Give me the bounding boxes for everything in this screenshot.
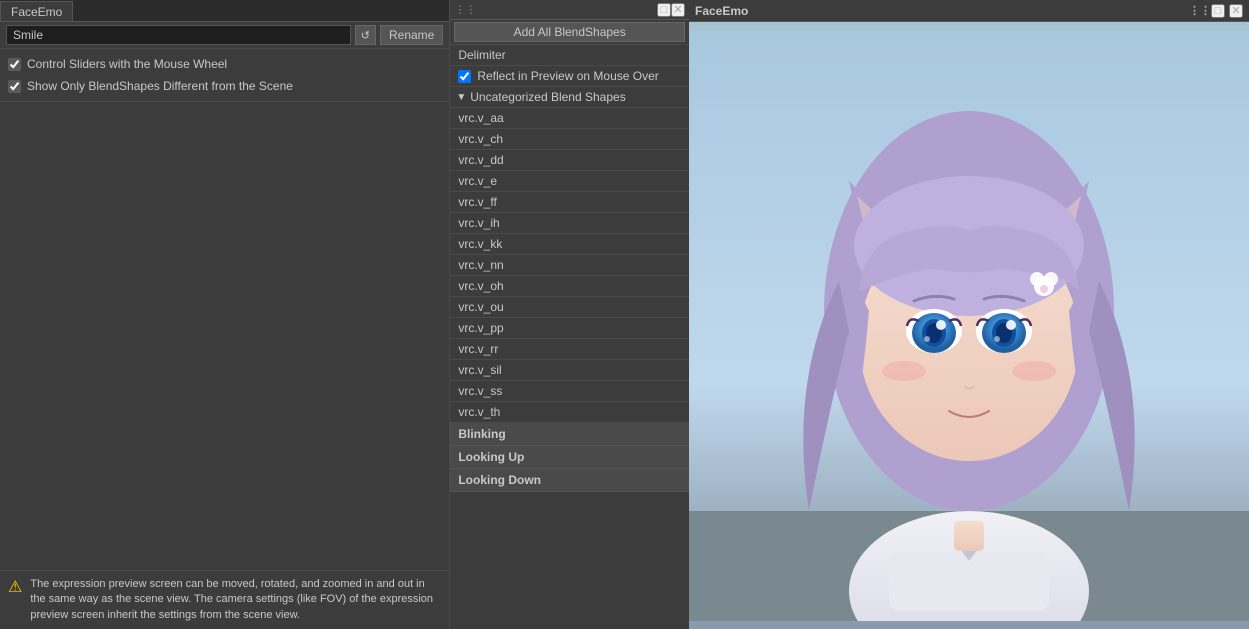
add-all-toolbar: Add All BlendShapes xyxy=(450,20,689,45)
blend-item-vrc-v-sil[interactable]: vrc.v_sil xyxy=(450,360,689,381)
blend-item-vrc-v-ch[interactable]: vrc.v_ch xyxy=(450,129,689,150)
blend-item-looking-down[interactable]: Looking Down xyxy=(450,469,689,492)
info-box: ⚠ The expression preview screen can be m… xyxy=(0,570,449,629)
blend-item-vrc-v-nn[interactable]: vrc.v_nn xyxy=(450,255,689,276)
control-sliders-label: Control Sliders with the Mouse Wheel xyxy=(27,57,227,71)
blend-items-list: vrc.v_aa vrc.v_ch vrc.v_dd vrc.v_e vrc.v… xyxy=(450,108,689,629)
blend-item-vrc-v-dd[interactable]: vrc.v_dd xyxy=(450,150,689,171)
tab-label: FaceEmo xyxy=(11,5,62,19)
blend-item-vrc-v-ss[interactable]: vrc.v_ss xyxy=(450,381,689,402)
blend-item-vrc-v-ih[interactable]: vrc.v_ih xyxy=(450,213,689,234)
refresh-icon[interactable]: ↺ xyxy=(355,25,376,45)
search-input[interactable] xyxy=(6,25,351,45)
rename-button[interactable]: Rename xyxy=(380,25,443,45)
add-all-button[interactable]: Add All BlendShapes xyxy=(454,22,685,42)
character-preview xyxy=(689,31,1249,621)
preview-window-controls: ⋮⋮ □ ✕ xyxy=(1193,4,1243,18)
expressions-area xyxy=(0,102,449,570)
blend-item-vrc-v-e[interactable]: vrc.v_e xyxy=(450,171,689,192)
options-section: Control Sliders with the Mouse Wheel Sho… xyxy=(0,49,449,102)
preview-drag-icon: ⋮⋮ xyxy=(1193,4,1207,18)
control-sliders-row[interactable]: Control Sliders with the Mouse Wheel xyxy=(0,53,449,75)
mid-minimize-button[interactable]: □ xyxy=(657,3,671,17)
delimiter-label: Delimiter xyxy=(458,48,505,62)
blend-item-vrc-v-ff[interactable]: vrc.v_ff xyxy=(450,192,689,213)
show-only-diff-label: Show Only BlendShapes Different from the… xyxy=(27,79,293,93)
preview-title: FaceEmo xyxy=(695,4,748,18)
delimiter-row: Delimiter xyxy=(450,45,689,66)
section-label: Uncategorized Blend Shapes xyxy=(470,90,625,104)
blend-item-vrc-v-rr[interactable]: vrc.v_rr xyxy=(450,339,689,360)
info-icon: ⚠ xyxy=(8,577,22,599)
face-emo-tab[interactable]: FaceEmo xyxy=(0,1,73,21)
preview-viewport[interactable] xyxy=(689,22,1249,629)
blend-item-vrc-v-kk[interactable]: vrc.v_kk xyxy=(450,234,689,255)
search-toolbar: ↺ Rename xyxy=(0,22,449,49)
blend-item-vrc-v-ou[interactable]: vrc.v_ou xyxy=(450,297,689,318)
uncategorized-section-header[interactable]: ▼ Uncategorized Blend Shapes xyxy=(450,87,689,108)
blend-item-vrc-v-pp[interactable]: vrc.v_pp xyxy=(450,318,689,339)
blend-item-looking-up[interactable]: Looking Up xyxy=(450,446,689,469)
reflect-checkbox[interactable] xyxy=(458,70,471,83)
control-sliders-checkbox[interactable] xyxy=(8,58,21,71)
section-arrow-icon: ▼ xyxy=(456,92,466,103)
reflect-row[interactable]: Reflect in Preview on Mouse Over xyxy=(450,66,689,87)
blend-item-vrc-v-aa[interactable]: vrc.v_aa xyxy=(450,108,689,129)
blend-item-vrc-v-oh[interactable]: vrc.v_oh xyxy=(450,276,689,297)
preview-close-button[interactable]: ✕ xyxy=(1229,4,1243,18)
show-only-diff-row[interactable]: Show Only BlendShapes Different from the… xyxy=(0,75,449,97)
preview-minimize-button[interactable]: □ xyxy=(1211,4,1225,18)
info-text: The expression preview screen can be mov… xyxy=(30,577,441,623)
blend-item-vrc-v-th[interactable]: vrc.v_th xyxy=(450,402,689,423)
mid-close-button[interactable]: ✕ xyxy=(671,3,685,17)
show-only-diff-checkbox[interactable] xyxy=(8,80,21,93)
blend-item-blinking[interactable]: Blinking xyxy=(450,423,689,446)
mid-drag-icon: ⋮⋮ xyxy=(454,3,476,16)
preview-title-bar: FaceEmo ⋮⋮ □ ✕ xyxy=(689,0,1249,22)
reflect-label: Reflect in Preview on Mouse Over xyxy=(477,69,658,83)
